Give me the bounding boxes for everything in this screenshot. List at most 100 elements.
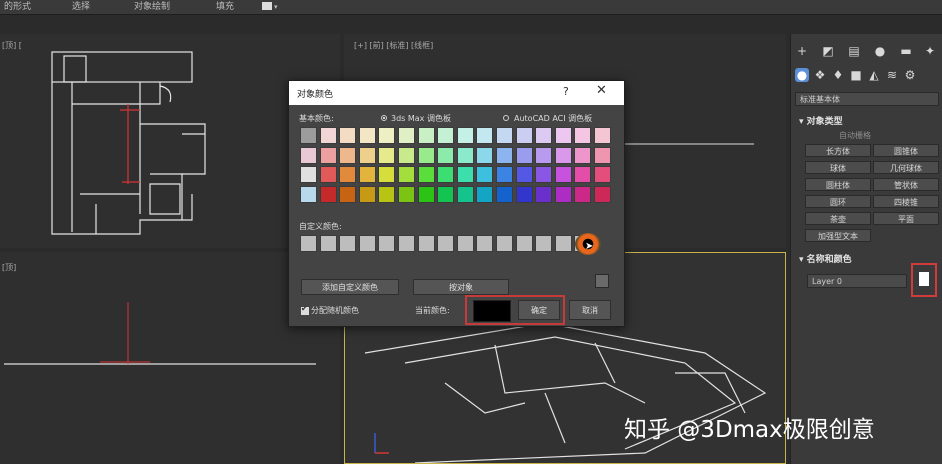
palette-color-cell[interactable] <box>554 127 572 144</box>
palette-color-cell[interactable] <box>535 185 553 203</box>
palette-color-cell[interactable] <box>358 146 376 164</box>
palette-color-cell[interactable] <box>594 166 611 183</box>
palette-color-cell[interactable] <box>554 146 572 164</box>
custom-color-cell[interactable] <box>378 235 396 252</box>
palette-color-cell[interactable] <box>319 166 337 183</box>
palette-autocad-label[interactable]: AutoCAD ACI 调色板 <box>514 113 592 124</box>
palette-color-cell[interactable] <box>437 166 455 183</box>
create-tab-icon[interactable]: + <box>795 44 809 58</box>
palette-color-cell[interactable] <box>339 185 357 203</box>
palette-color-cell[interactable] <box>358 127 376 144</box>
spacewarps-icon[interactable]: ≋ <box>885 68 899 82</box>
palette-color-cell[interactable] <box>515 146 533 164</box>
palette-color-cell[interactable] <box>535 166 553 183</box>
palette-color-cell[interactable] <box>339 146 357 164</box>
palette-color-cell[interactable] <box>476 166 494 183</box>
custom-color-cell[interactable] <box>515 235 533 252</box>
tube-button[interactable]: 管状体 <box>873 178 939 191</box>
display-tab-icon[interactable]: ▬ <box>899 44 913 58</box>
palette-color-cell[interactable] <box>417 127 435 144</box>
palette-color-cell[interactable] <box>378 185 396 203</box>
menu-item-object-paint[interactable]: 对象绘制 <box>134 0 170 14</box>
object-name-field[interactable]: Layer 0 <box>807 274 907 288</box>
object-color-swatch[interactable] <box>919 272 929 286</box>
palette-color-cell[interactable] <box>535 127 553 144</box>
palette-color-cell[interactable] <box>378 146 396 164</box>
dropdown-arrow-icon[interactable]: ▾ <box>274 0 278 14</box>
palette-color-cell[interactable] <box>300 185 317 203</box>
cameras-icon[interactable]: ■ <box>849 68 863 82</box>
sphere-button[interactable]: 球体 <box>805 161 871 174</box>
systems-icon[interactable]: ⚙ <box>903 68 917 82</box>
palette-color-cell[interactable] <box>594 185 611 203</box>
palette-color-cell[interactable] <box>398 127 415 144</box>
random-color-checkbox[interactable] <box>301 304 309 315</box>
camera-icon[interactable] <box>262 2 272 10</box>
menu-item-select[interactable]: 选择 <box>72 0 90 14</box>
ok-button[interactable]: 确定 <box>518 300 560 320</box>
custom-color-cell[interactable] <box>417 235 435 252</box>
palette-color-cell[interactable] <box>554 185 572 203</box>
palette-color-cell[interactable] <box>300 166 317 183</box>
palette-color-cell[interactable] <box>319 127 337 144</box>
palette-color-cell[interactable] <box>378 166 396 183</box>
palette-color-cell[interactable] <box>574 166 592 183</box>
custom-color-cell[interactable] <box>358 235 376 252</box>
palette-color-cell[interactable] <box>456 127 474 144</box>
palette-color-cell[interactable] <box>339 166 357 183</box>
palette-color-cell[interactable] <box>496 166 513 183</box>
palette-color-cell[interactable] <box>554 166 572 183</box>
pyramid-button[interactable]: 四棱锥 <box>873 195 939 208</box>
palette-color-cell[interactable] <box>574 185 592 203</box>
palette-color-cell[interactable] <box>417 185 435 203</box>
palette-color-cell[interactable] <box>496 127 513 144</box>
helpers-icon[interactable]: ◭ <box>867 68 881 82</box>
palette-color-cell[interactable] <box>496 146 513 164</box>
motion-tab-icon[interactable]: ● <box>873 44 887 58</box>
palette-color-cell[interactable] <box>378 127 396 144</box>
cylinder-button[interactable]: 圆柱体 <box>805 178 871 191</box>
shapes-icon[interactable]: ❖ <box>813 68 827 82</box>
palette-color-cell[interactable] <box>437 127 455 144</box>
palette-color-cell[interactable] <box>515 166 533 183</box>
custom-color-cell[interactable] <box>554 235 572 252</box>
palette-autocad-radio[interactable] <box>503 115 509 121</box>
palette-color-cell[interactable] <box>456 166 474 183</box>
custom-color-cell[interactable] <box>496 235 513 252</box>
palette-color-cell[interactable] <box>339 127 357 144</box>
primitive-type-dropdown[interactable]: 标准基本体 <box>795 92 939 106</box>
palette-3dsmax-radio[interactable] <box>381 115 387 121</box>
text-plus-button[interactable]: 加强型文本 <box>805 229 871 242</box>
palette-color-cell[interactable] <box>358 185 376 203</box>
palette-color-cell[interactable] <box>515 127 533 144</box>
palette-color-cell[interactable] <box>319 185 337 203</box>
palette-color-cell[interactable] <box>574 127 592 144</box>
custom-color-cell[interactable] <box>398 235 415 252</box>
autogrid-checkbox[interactable]: 自动栅格 <box>839 130 871 141</box>
object-type-rollout-title[interactable]: ▾ 对象类型 <box>799 114 843 127</box>
palette-color-cell[interactable] <box>476 185 494 203</box>
palette-color-cell[interactable] <box>476 146 494 164</box>
current-color-swatch[interactable] <box>473 300 511 322</box>
geometry-icon[interactable]: ● <box>795 68 809 82</box>
palette-color-cell[interactable] <box>456 185 474 203</box>
help-icon[interactable]: ? <box>563 85 569 98</box>
palette-color-cell[interactable] <box>398 146 415 164</box>
custom-color-cell[interactable] <box>456 235 474 252</box>
palette-color-cell[interactable] <box>476 127 494 144</box>
cancel-button[interactable]: 取消 <box>569 300 611 320</box>
teapot-button[interactable]: 茶壶 <box>805 212 871 225</box>
custom-color-cell[interactable] <box>339 235 357 252</box>
custom-color-cell[interactable] <box>319 235 337 252</box>
name-color-rollout-title[interactable]: ▾ 名称和颜色 <box>799 252 852 265</box>
menu-item-mode[interactable]: 的形式 <box>4 0 31 14</box>
palette-color-cell[interactable] <box>300 127 317 144</box>
palette-color-cell[interactable] <box>319 146 337 164</box>
geosphere-button[interactable]: 几何球体 <box>873 161 939 174</box>
palette-color-cell[interactable] <box>574 146 592 164</box>
lights-icon[interactable]: ♦ <box>831 68 845 82</box>
palette-color-cell[interactable] <box>300 146 317 164</box>
custom-color-cell[interactable] <box>476 235 494 252</box>
modify-tab-icon[interactable]: ◩ <box>821 44 835 58</box>
palette-color-cell[interactable] <box>398 185 415 203</box>
